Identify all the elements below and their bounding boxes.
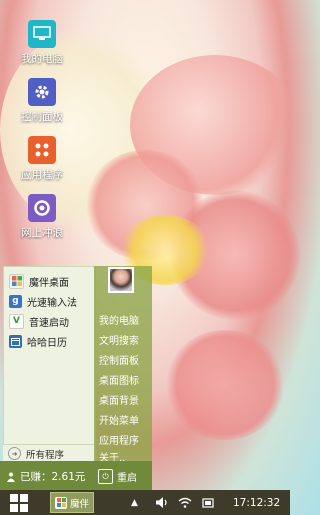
magic-desktop-icon xyxy=(9,273,24,289)
shortcut-search[interactable]: 文明搜索 xyxy=(99,332,139,347)
browser-icon xyxy=(28,194,56,222)
start-menu-item-label: 魔伴桌面 xyxy=(29,277,69,289)
calendar-icon xyxy=(9,334,22,348)
volume-icon[interactable] xyxy=(156,490,169,515)
input-method-icon: g xyxy=(9,294,22,308)
desktop-icon-applications[interactable]: 应用程序 xyxy=(12,136,72,182)
start-menu-item-calendar[interactable]: 哈哈日历 xyxy=(4,331,95,351)
avatar[interactable] xyxy=(108,267,134,293)
windows-logo-icon xyxy=(20,493,28,502)
desktop-icon-label: 我的电脑 xyxy=(21,53,63,65)
desktop-icon-control-panel[interactable]: 控制面板 xyxy=(12,78,72,124)
earnings-text: 已赚：2.61元 xyxy=(20,471,86,483)
start-menu-item-input-method[interactable]: g 光速输入法 xyxy=(4,291,95,311)
start-menu-item-magic-desktop[interactable]: 魔伴桌面 xyxy=(4,271,95,291)
start-menu: 魔伴桌面 g 光速输入法 V 音速启动 哈哈日历 ➜ 所有程序 我的电脑 文明搜… xyxy=(0,266,152,492)
shortcut-applications[interactable]: 应用程序 xyxy=(99,432,139,447)
wifi-icon[interactable] xyxy=(178,490,192,515)
taskbar-app-magic-desktop[interactable]: 魔伴 xyxy=(50,492,95,513)
all-programs-button[interactable]: ➜ 所有程序 xyxy=(3,444,94,462)
restart-button[interactable]: ⏻ 重启 xyxy=(98,461,137,492)
shortcut-desktop-icons[interactable]: 桌面图标 xyxy=(99,372,139,387)
earnings-display: 已赚：2.61元 xyxy=(6,461,85,492)
computer-icon xyxy=(28,20,56,48)
windows-logo-icon xyxy=(20,503,28,512)
all-programs-label: 所有程序 xyxy=(26,449,65,461)
windows-logo-icon xyxy=(10,503,18,512)
desktop-icon-label: 应用程序 xyxy=(21,169,63,181)
taskbar-app-label: 魔伴 xyxy=(70,498,90,510)
start-menu-programs-panel: 魔伴桌面 g 光速输入法 V 音速启动 哈哈日历 xyxy=(3,266,96,463)
taskbar-clock: 17:12:32 xyxy=(233,496,281,509)
tray-expand-icon[interactable]: ▲ xyxy=(131,490,138,515)
start-menu-shortcuts-panel: 我的电脑 文明搜索 控制面板 桌面图标 桌面背景 开始菜单 应用程序 关于.. xyxy=(94,266,152,464)
start-menu-footer: 已赚：2.61元 ⏻ 重启 xyxy=(0,461,152,492)
restart-label: 重启 xyxy=(117,473,137,484)
apps-icon xyxy=(28,136,56,164)
desktop-icon-label: 控制面板 xyxy=(21,111,63,123)
desktop-icon-web-surfing[interactable]: 网上冲浪 xyxy=(12,194,72,240)
shortcut-my-computer[interactable]: 我的电脑 xyxy=(99,312,139,327)
shortcut-desktop-background[interactable]: 桌面背景 xyxy=(99,392,139,407)
power-icon: ⏻ xyxy=(98,469,113,484)
battery-icon[interactable] xyxy=(202,490,214,515)
start-menu-item-label: 音速启动 xyxy=(29,317,69,329)
windows-logo-icon xyxy=(10,493,18,502)
shortcut-start-menu[interactable]: 开始菜单 xyxy=(99,412,139,427)
magic-desktop-icon xyxy=(55,496,67,509)
taskbar: 魔伴 ▲ 17:12:32 xyxy=(0,490,290,515)
desktop-icon-my-computer[interactable]: 我的电脑 xyxy=(12,20,72,66)
start-menu-item-label: 哈哈日历 xyxy=(27,337,67,349)
start-menu-item-label: 光速输入法 xyxy=(27,297,77,309)
start-menu-item-quick-launch[interactable]: V 音速启动 xyxy=(4,311,95,331)
wallpaper-petal xyxy=(165,330,285,440)
gear-icon xyxy=(28,78,56,106)
coin-icon xyxy=(6,472,16,482)
chevron-right-icon: ➜ xyxy=(8,447,21,460)
start-button[interactable] xyxy=(8,492,30,514)
shortcut-control-panel[interactable]: 控制面板 xyxy=(99,352,139,367)
desktop-icon-label: 网上冲浪 xyxy=(21,227,63,239)
quick-launch-icon: V xyxy=(9,313,24,329)
